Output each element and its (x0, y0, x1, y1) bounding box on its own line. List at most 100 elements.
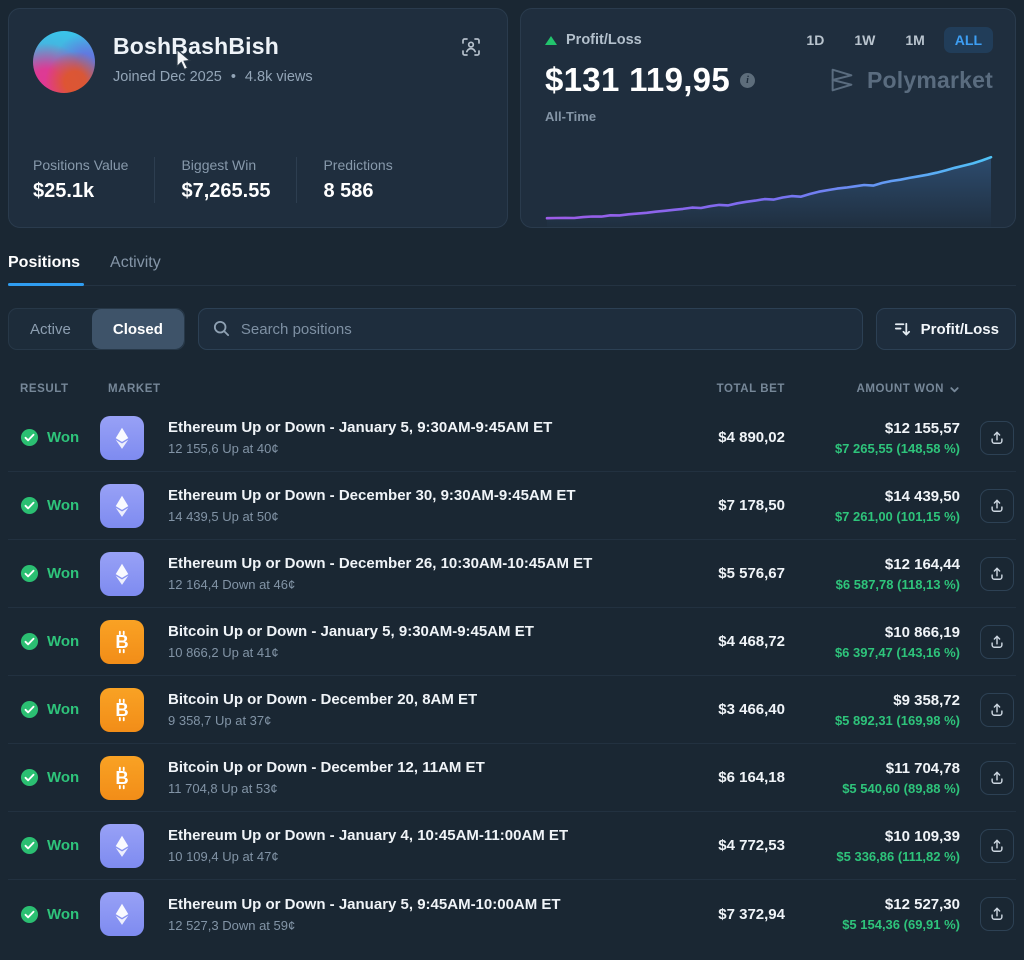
market-cell[interactable]: Ethereum Up or Down - January 4, 10:45AM… (156, 827, 635, 864)
stat-predictions: Predictions 8 586 (296, 157, 418, 203)
stat-label: Biggest Win (181, 157, 270, 173)
header-market: MARKET (100, 383, 635, 395)
position-row[interactable]: Won Ethereum Up or Down - December 26, 1… (8, 540, 1016, 608)
result-label: Won (47, 769, 79, 786)
profit-value: $5 336,86 (111,82 %) (785, 849, 960, 864)
time-range-selector: 1D 1W 1M ALL (795, 27, 993, 53)
amount-won-cell: $12 164,44 $6 587,78 (118,13 %) (785, 556, 960, 592)
share-upload-icon[interactable] (980, 693, 1014, 727)
profit-loss-sort-button[interactable]: Profit/Loss (876, 308, 1016, 350)
position-row[interactable]: Won Ethereum Up or Down - December 30, 9… (8, 472, 1016, 540)
result-cell: Won (8, 428, 100, 447)
share-upload-icon[interactable] (980, 489, 1014, 523)
position-row[interactable]: Won B Bitcoin Up or Down - January 5, 9:… (8, 608, 1016, 676)
share-upload-icon[interactable] (980, 625, 1014, 659)
market-subtitle: 9 358,7 Up at 37¢ (168, 713, 635, 728)
header-total-bet[interactable]: TOTAL BET (635, 383, 785, 395)
total-bet-value: $5 576,67 (635, 565, 785, 582)
stat-value: $7,265.55 (181, 180, 270, 203)
search-input[interactable] (198, 308, 863, 350)
ethereum-icon (100, 416, 144, 460)
market-subtitle: 10 109,4 Up at 47¢ (168, 849, 635, 864)
position-row[interactable]: Won B Bitcoin Up or Down - December 12, … (8, 744, 1016, 812)
profile-stats: Positions Value $25.1k Biggest Win $7,26… (33, 157, 483, 203)
range-all[interactable]: ALL (944, 27, 993, 53)
amount-won-cell: $10 866,19 $6 397,47 (143,16 %) (785, 624, 960, 660)
stat-label: Predictions (323, 157, 392, 173)
table-header-row: RESULT MARKET TOTAL BET AMOUNT WON (8, 374, 1016, 404)
share-upload-icon[interactable] (980, 829, 1014, 863)
qr-scan-person-icon[interactable] (459, 35, 483, 59)
total-bet-value: $7 178,50 (635, 497, 785, 514)
profit-value: $5 154,36 (69,91 %) (785, 917, 960, 932)
market-cell[interactable]: Ethereum Up or Down - January 5, 9:30AM-… (156, 419, 635, 456)
market-title: Bitcoin Up or Down - December 20, 8AM ET (168, 691, 635, 708)
market-cell[interactable]: Ethereum Up or Down - December 30, 9:30A… (156, 487, 635, 524)
position-row[interactable]: Won B Bitcoin Up or Down - December 20, … (8, 676, 1016, 744)
market-cell[interactable]: Bitcoin Up or Down - December 12, 11AM E… (156, 759, 635, 796)
polymarket-watermark: Polymarket (827, 65, 993, 95)
result-cell: Won (8, 564, 100, 583)
stat-positions-value: Positions Value $25.1k (33, 157, 154, 203)
result-label: Won (47, 837, 79, 854)
position-row[interactable]: Won Ethereum Up or Down - January 4, 10:… (8, 812, 1016, 880)
range-1w[interactable]: 1W (843, 27, 886, 53)
tab-bar: Positions Activity (8, 254, 1016, 286)
header-amount-won[interactable]: AMOUNT WON (785, 383, 960, 395)
profit-value: $5 892,31 (169,98 %) (785, 713, 960, 728)
avatar (33, 31, 95, 93)
market-subtitle: 14 439,5 Up at 50¢ (168, 509, 635, 524)
tab-positions[interactable]: Positions (8, 254, 80, 285)
position-row[interactable]: Won Ethereum Up or Down - January 5, 9:3… (8, 404, 1016, 472)
share-upload-icon[interactable] (980, 557, 1014, 591)
stat-label: Positions Value (33, 157, 128, 173)
share-upload-icon[interactable] (980, 761, 1014, 795)
profit-loss-card: Profit/Loss 1D 1W 1M ALL $131 119,95 i (520, 8, 1016, 228)
amount-won-value: $12 155,57 (785, 420, 960, 437)
stat-value: 8 586 (323, 180, 392, 203)
range-1m[interactable]: 1M (894, 27, 935, 53)
range-1d[interactable]: 1D (795, 27, 835, 53)
market-title: Ethereum Up or Down - December 30, 9:30A… (168, 487, 635, 504)
profit-value: $7 265,55 (148,58 %) (785, 441, 960, 456)
amount-won-value: $12 164,44 (785, 556, 960, 573)
profile-name: BoshBashBish (113, 33, 313, 60)
market-cell[interactable]: Bitcoin Up or Down - January 5, 9:30AM-9… (156, 623, 635, 660)
profit-loss-label: Profit/Loss (566, 32, 642, 48)
market-subtitle: 10 866,2 Up at 41¢ (168, 645, 635, 660)
total-bet-value: $4 890,02 (635, 429, 785, 446)
position-row[interactable]: Won Ethereum Up or Down - January 5, 9:4… (8, 880, 1016, 948)
segment-active[interactable]: Active (9, 309, 92, 349)
result-cell: Won (8, 836, 100, 855)
info-icon[interactable]: i (740, 73, 755, 88)
tab-activity[interactable]: Activity (110, 254, 161, 285)
bitcoin-icon: B (100, 756, 144, 800)
market-title: Bitcoin Up or Down - December 12, 11AM E… (168, 759, 635, 776)
segment-closed[interactable]: Closed (92, 309, 184, 349)
result-label: Won (47, 429, 79, 446)
share-upload-icon[interactable] (980, 421, 1014, 455)
share-upload-icon[interactable] (980, 897, 1014, 931)
status-segmented-control: Active Closed (8, 308, 185, 350)
profit-value: $6 397,47 (143,16 %) (785, 645, 960, 660)
check-circle-icon (20, 905, 39, 924)
result-label: Won (47, 633, 79, 650)
market-cell[interactable]: Bitcoin Up or Down - December 20, 8AM ET… (156, 691, 635, 728)
amount-won-cell: $12 527,30 $5 154,36 (69,91 %) (785, 896, 960, 932)
amount-won-value: $14 439,50 (785, 488, 960, 505)
polymarket-logo-icon (827, 65, 857, 95)
profile-subtitle: Joined Dec 2025 • 4.8k views (113, 69, 313, 85)
amount-won-cell: $12 155,57 $7 265,55 (148,58 %) (785, 420, 960, 456)
top-section: BoshBashBish Joined Dec 2025 • 4.8k view… (8, 8, 1016, 228)
market-cell[interactable]: Ethereum Up or Down - December 26, 10:30… (156, 555, 635, 592)
market-cell[interactable]: Ethereum Up or Down - January 5, 9:45AM-… (156, 896, 635, 933)
result-label: Won (47, 497, 79, 514)
profit-loss-period: All-Time (545, 109, 993, 124)
check-circle-icon (20, 768, 39, 787)
chevron-down-icon (949, 384, 960, 395)
market-title: Ethereum Up or Down - December 26, 10:30… (168, 555, 635, 572)
ethereum-icon (100, 824, 144, 868)
check-circle-icon (20, 564, 39, 583)
result-cell: Won (8, 496, 100, 515)
amount-won-value: $9 358,72 (785, 692, 960, 709)
